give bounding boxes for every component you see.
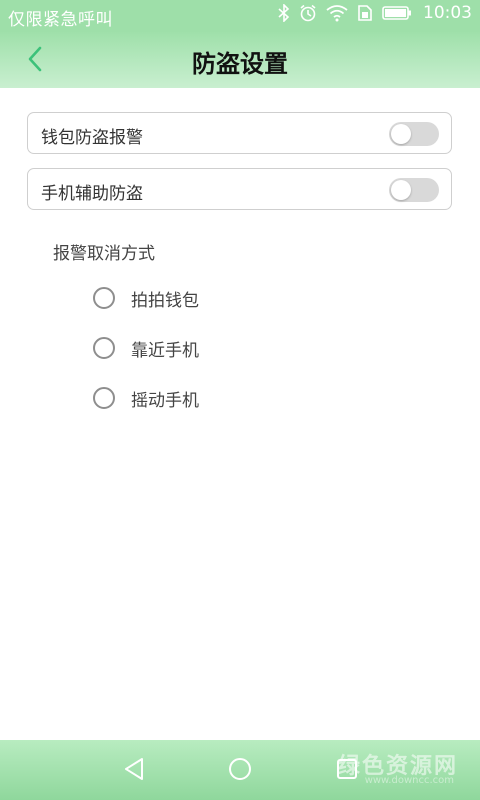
radio-option-shake-phone[interactable]: 摇动手机 bbox=[93, 383, 199, 413]
toggle-knob bbox=[391, 180, 411, 200]
phone-assist-label: 手机辅助防盗 bbox=[41, 184, 143, 204]
wallet-alarm-setting[interactable]: 钱包防盗报警 bbox=[27, 112, 452, 154]
page-title: 防盗设置 bbox=[192, 50, 288, 78]
radio-button[interactable] bbox=[93, 387, 115, 409]
radio-button[interactable] bbox=[93, 287, 115, 309]
alarm-icon bbox=[299, 4, 317, 22]
radio-option-approach-phone[interactable]: 靠近手机 bbox=[93, 333, 199, 363]
phone-assist-setting[interactable]: 手机辅助防盗 bbox=[27, 168, 452, 210]
back-triangle-icon bbox=[121, 756, 147, 786]
wallet-alarm-label: 钱包防盗报警 bbox=[41, 128, 143, 148]
nav-back-button[interactable] bbox=[120, 757, 148, 785]
app-header: 防盗设置 bbox=[0, 32, 480, 88]
watermark-url: www.downcc.com bbox=[364, 775, 454, 786]
wifi-icon bbox=[326, 4, 348, 22]
radio-option-tap-wallet[interactable]: 拍拍钱包 bbox=[93, 283, 199, 313]
radio-button[interactable] bbox=[93, 337, 115, 359]
battery-icon bbox=[382, 5, 412, 21]
alarm-cancel-title: 报警取消方式 bbox=[53, 244, 155, 264]
status-bar: 仅限紧急呼叫 10:03 bbox=[0, 0, 480, 32]
clock-time: 10:03 bbox=[423, 3, 472, 23]
wallet-alarm-toggle[interactable] bbox=[389, 122, 439, 146]
radio-label: 拍拍钱包 bbox=[131, 290, 199, 311]
radio-label: 摇动手机 bbox=[131, 390, 199, 411]
radio-label: 靠近手机 bbox=[131, 340, 199, 361]
toggle-knob bbox=[391, 124, 411, 144]
nav-home-button[interactable] bbox=[226, 757, 254, 785]
sim-icon bbox=[357, 4, 373, 22]
phone-assist-toggle[interactable] bbox=[389, 178, 439, 202]
status-icons: 10:03 bbox=[278, 3, 472, 23]
carrier-text: 仅限紧急呼叫 bbox=[8, 10, 113, 30]
home-circle-icon bbox=[227, 756, 253, 786]
bluetooth-icon bbox=[278, 4, 290, 22]
